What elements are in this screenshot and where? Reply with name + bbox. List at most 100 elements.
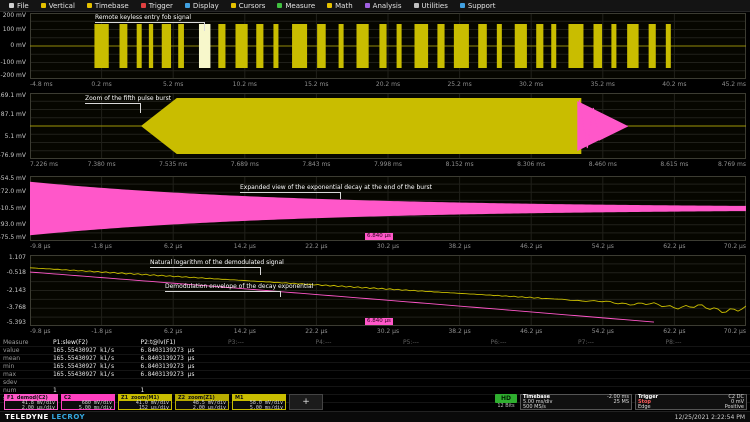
measure-col-header[interactable]: P8:--- — [663, 339, 750, 347]
menu-bar: FileVerticalTimebase Trigger Display Cursor… — [0, 0, 750, 12]
time-tick-label: 35.2 ms — [591, 82, 615, 88]
time-tick-label: 7.535 ms — [159, 162, 187, 168]
time-tick-label: 54.2 µs — [592, 329, 614, 335]
annotation-leader — [150, 267, 260, 268]
menu-label: Cursors — [239, 2, 266, 10]
measure-row-label: mean — [0, 355, 50, 363]
y-axis-label: -200 mV — [1, 73, 26, 79]
grid-section-zoom-burst: 169.1 mV87.1 mV5.1 mV-76.9 mV Zoom of th… — [0, 92, 750, 175]
burst — [611, 24, 616, 68]
menu-cursors[interactable]: Cursors — [225, 0, 272, 12]
menu-math[interactable]: Math — [321, 0, 359, 12]
time-tick-label: 62.2 µs — [663, 244, 685, 250]
menu-label: Display — [193, 2, 219, 10]
y-axis-label: 1.107 — [9, 255, 26, 261]
burst — [137, 24, 142, 68]
measure-panel: MeasureP1:slew(F2)P2:t@lv(F1)P3:---P4:--… — [0, 339, 750, 393]
menu-measure[interactable]: Measure — [271, 0, 321, 12]
time-tick-label: 8.769 ms — [718, 162, 746, 168]
grid-section-log: 1.107-0.518-2.143-3.768-5.393 Natural lo… — [0, 254, 750, 339]
measure-col-header[interactable]: P1:slew(F2) — [50, 339, 138, 347]
time-tick-label: 7.226 ms — [30, 162, 58, 168]
burst-block — [141, 98, 581, 154]
trace-descriptor-z2[interactable]: Z2zoom(Z1)48.5 mV/div2.00 µs/div — [175, 394, 229, 410]
menu-trigger[interactable]: Trigger — [135, 0, 179, 12]
trigger-icon — [141, 3, 146, 8]
burst — [536, 24, 543, 68]
menu-timebase[interactable]: Timebase — [81, 0, 135, 12]
measure-cell: 165.55430927 k1/s — [50, 355, 138, 363]
hd-badge: HD 12 Bits — [495, 394, 517, 410]
burst — [649, 24, 656, 68]
measure-col-header[interactable]: P7:--- — [575, 339, 663, 347]
time-tick-label: -1.8 µs — [91, 329, 112, 335]
time-tick-label: 40.2 ms — [662, 82, 686, 88]
y-axis-label: 200 mV — [3, 13, 26, 19]
measure-row-label: value — [0, 347, 50, 355]
time-tick-label: 6.2 µs — [164, 329, 182, 335]
time-tick-label: 70.2 µs — [724, 244, 746, 250]
time-axis-full-signal: -4.8 ms0.2 ms5.2 ms10.2 ms15.2 ms20.2 ms… — [30, 81, 746, 90]
measure-cell — [488, 355, 576, 363]
time-tick-label: 22.2 µs — [305, 329, 327, 335]
trigger-slope: Positive — [725, 405, 744, 410]
time-tick-label: 7.843 ms — [302, 162, 330, 168]
y-axis-label: 5.1 mV — [5, 134, 26, 140]
hd-mode-label: HD — [495, 394, 517, 403]
measure-col-header[interactable]: P2:t@lv(F1) — [138, 339, 226, 347]
menu-label: Math — [335, 2, 353, 10]
burst — [339, 24, 344, 68]
burst — [218, 24, 225, 68]
y-axis-full-signal: 200 mV100 mV0 mV-100 mV-200 mV — [0, 13, 28, 79]
descriptor-value: 152 µs/div — [119, 406, 171, 410]
menu-label: Utilities — [422, 2, 448, 10]
trigger-box[interactable]: TriggerC2 DC Stop0 mV EdgePositive — [635, 394, 747, 410]
burst — [149, 24, 153, 68]
add-trace-button[interactable]: + — [289, 394, 323, 410]
measure-title: Measure — [0, 339, 50, 347]
burst — [162, 24, 171, 68]
measure-cell — [663, 363, 750, 371]
annotation-zoom-burst: Zoom of the fifth pulse burst — [85, 95, 171, 102]
trace-descriptor-c2[interactable]: C2680 mV/div5.00 ms/div — [61, 394, 115, 410]
menu-utilities[interactable]: Utilities — [408, 0, 454, 12]
menu-file[interactable]: File — [3, 0, 35, 12]
annotation-leader — [85, 103, 140, 104]
measure-cell — [50, 379, 138, 387]
menu-display[interactable]: Display — [179, 0, 225, 12]
measure-col-header[interactable]: P6:--- — [488, 339, 576, 347]
timebase-icon — [87, 3, 92, 8]
burst — [627, 24, 638, 68]
descriptor-value: 2.00 µs/div — [176, 406, 228, 410]
measure-icon — [277, 3, 282, 8]
burst — [292, 24, 307, 68]
measure-cell — [400, 363, 488, 371]
descriptor-value: 2.00 µs/div — [5, 406, 57, 410]
waveform-plot-log[interactable] — [30, 255, 746, 326]
measure-cell: 165.55430927 k1/s — [50, 363, 138, 371]
annotation-leader — [204, 22, 205, 31]
trace-descriptor-m1[interactable]: M158.0 mV/div5.00 ms/div — [232, 394, 286, 410]
burst — [235, 24, 247, 68]
time-tick-label: -9.8 µs — [30, 244, 51, 250]
menu-support[interactable]: Support — [454, 0, 502, 12]
timebase-box[interactable]: Timebase-2.00 ms 5.00 ms/div25 MS 500 MS… — [520, 394, 632, 410]
measure-cell — [313, 371, 401, 379]
measure-cell — [313, 363, 401, 371]
time-tick-label: -1.8 µs — [91, 244, 112, 250]
menu-label: Trigger — [149, 2, 173, 10]
trace-descriptor-f1[interactable]: F1demod(C2)41.8 mV/div2.00 µs/div — [4, 394, 58, 410]
trace-descriptor-z1[interactable]: Z1zoom(M1)41.0 mV/div152 µs/div — [118, 394, 172, 410]
y-axis-label: 87.1 mV — [1, 112, 26, 118]
measure-col-header[interactable]: P5:--- — [400, 339, 488, 347]
menu-analysis[interactable]: Analysis — [359, 0, 408, 12]
time-tick-label: 46.2 µs — [520, 244, 542, 250]
y-axis-zoom-burst: 169.1 mV87.1 mV5.1 mV-76.9 mV — [0, 93, 28, 159]
menu-vertical[interactable]: Vertical — [35, 0, 81, 12]
measure-cell: 165.55430927 k1/s — [50, 371, 138, 379]
measure-col-header[interactable]: P3:--- — [225, 339, 313, 347]
menu-label: Analysis — [373, 2, 402, 10]
annotation-leader — [260, 267, 261, 275]
measure-col-header[interactable]: P4:--- — [313, 339, 401, 347]
measure-cell — [225, 363, 313, 371]
